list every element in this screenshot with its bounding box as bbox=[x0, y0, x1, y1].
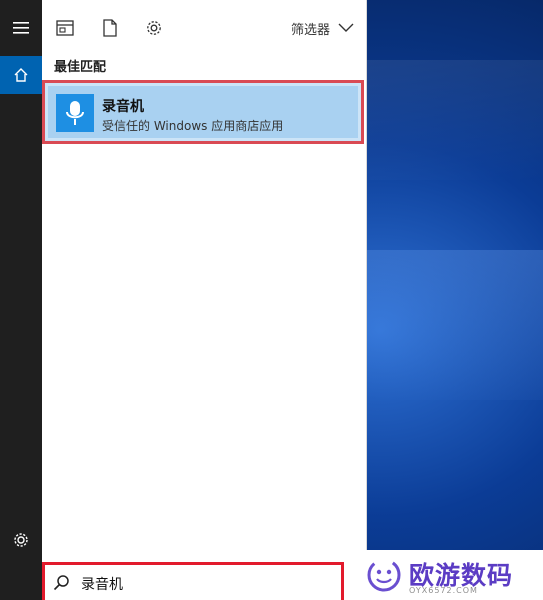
search-input[interactable] bbox=[79, 571, 333, 597]
light-beam bbox=[365, 60, 543, 180]
search-icon bbox=[53, 575, 69, 591]
settings-button[interactable] bbox=[0, 522, 42, 558]
watermark-url: OYX6572.COM bbox=[409, 586, 478, 595]
settings-filter-button[interactable] bbox=[142, 16, 166, 40]
hamburger-menu-icon bbox=[13, 22, 29, 34]
result-app-subtitle: 受信任的 Windows 应用商店应用 bbox=[102, 119, 284, 133]
home-button[interactable] bbox=[0, 56, 42, 94]
search-toolbar: 筛选器 bbox=[42, 0, 366, 52]
document-icon bbox=[103, 19, 117, 37]
hamburger-menu-button[interactable] bbox=[0, 10, 42, 46]
app-tile bbox=[56, 94, 94, 132]
watermark-logo-icon bbox=[367, 558, 401, 592]
apps-icon bbox=[56, 20, 74, 36]
result-highlight: 录音机 受信任的 Windows 应用商店应用 bbox=[48, 86, 358, 138]
result-app-name: 录音机 bbox=[102, 99, 144, 115]
search-box[interactable] bbox=[42, 562, 344, 600]
start-rail bbox=[0, 0, 42, 600]
watermark: 欧游数码 OYX6572.COM bbox=[345, 550, 543, 600]
best-match-heading: 最佳匹配 bbox=[54, 60, 107, 75]
light-beam bbox=[365, 250, 543, 400]
best-match-result[interactable]: 录音机 受信任的 Windows 应用商店应用 bbox=[42, 80, 364, 144]
home-icon bbox=[14, 68, 28, 82]
chevron-down-icon bbox=[338, 23, 354, 32]
documents-filter-button[interactable] bbox=[98, 16, 122, 40]
voice-recorder-icon bbox=[66, 101, 84, 125]
apps-filter-button[interactable] bbox=[53, 16, 77, 40]
gear-icon bbox=[14, 533, 28, 547]
filter-dropdown[interactable]: 筛选器 bbox=[291, 16, 354, 40]
filter-label: 筛选器 bbox=[290, 22, 330, 38]
settings-icon bbox=[147, 21, 161, 35]
search-results-panel: 筛选器 最佳匹配 录音机 受信任的 Windows 应用商店应用 bbox=[42, 0, 367, 600]
